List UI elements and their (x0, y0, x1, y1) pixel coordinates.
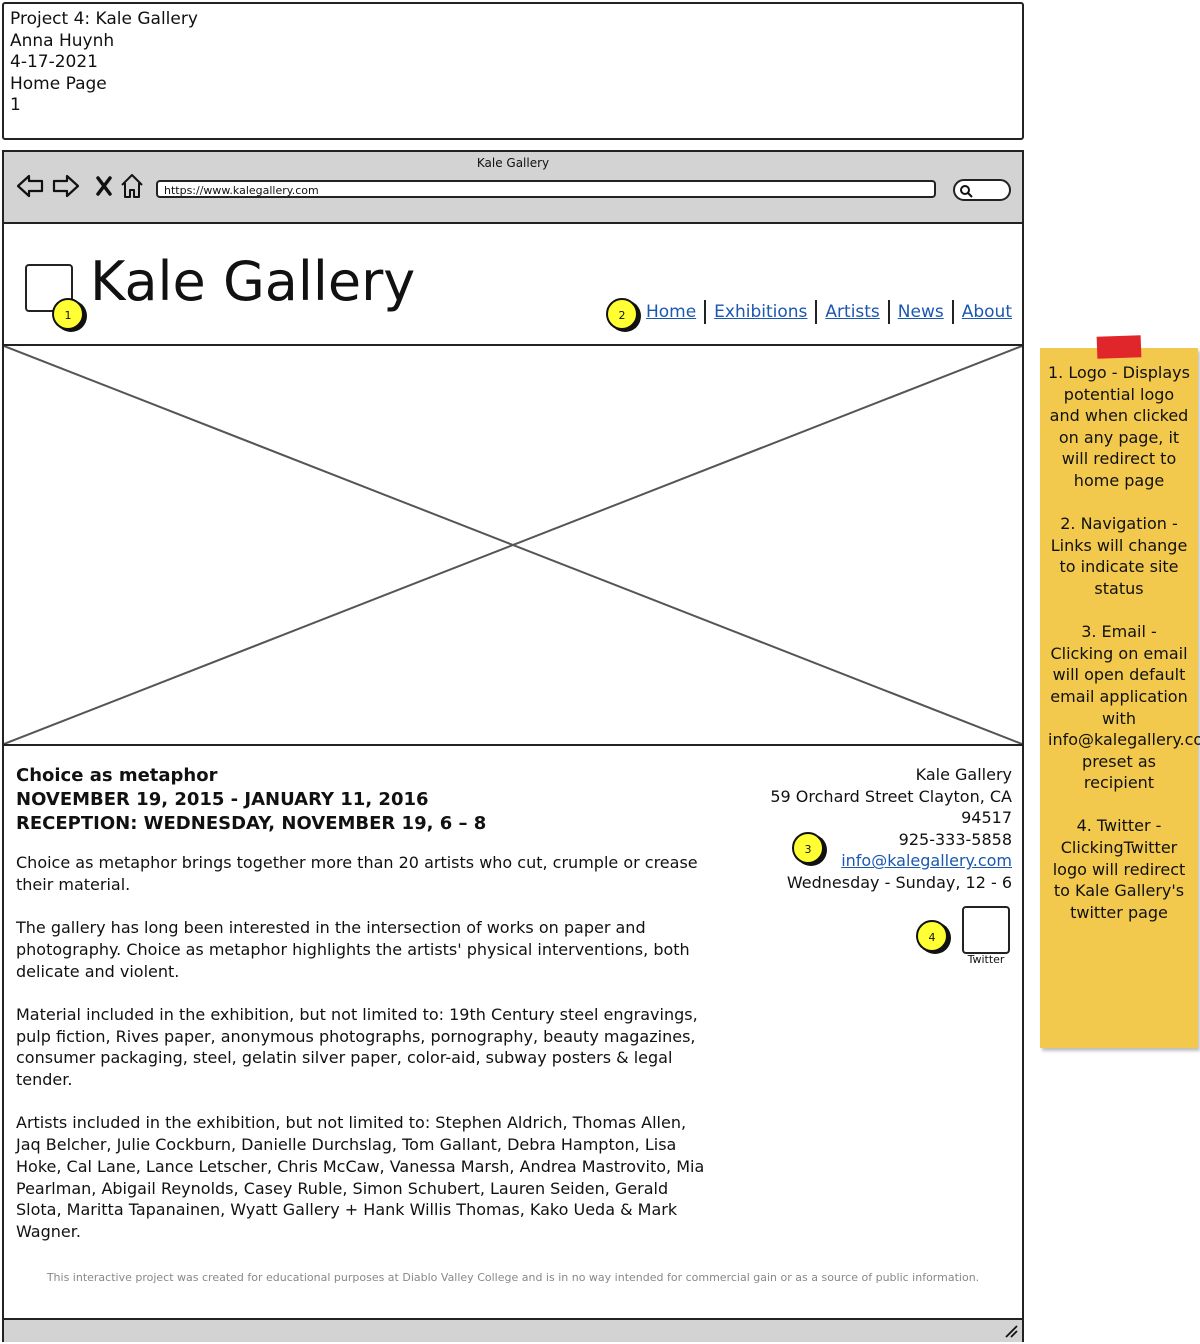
project-title: Project 4: Kale Gallery (10, 9, 198, 29)
resize-grip-icon[interactable] (1004, 1324, 1018, 1338)
twitter-icon[interactable] (962, 906, 1010, 954)
nav-artists-link[interactable]: Artists (817, 302, 887, 322)
project-info-box: Project 4: Kale Gallery Anna Huynh 4-17-… (2, 2, 1024, 140)
nav-news-link[interactable]: News (890, 302, 952, 322)
site-title: Kale Gallery (90, 250, 416, 313)
exhibition-paragraph: Material included in the exhibition, but… (16, 1004, 698, 1089)
exhibition-dates: NOVEMBER 19, 2015 - JANUARY 11, 2016 (16, 789, 429, 810)
contact-zip: 94517 (961, 808, 1012, 828)
exhibition-reception: RECEPTION: WEDNESDAY, NOVEMBER 19, 6 – 8 (16, 813, 487, 834)
contact-email-link[interactable]: info@kalegallery.com (841, 851, 1012, 870)
contact-phone: 925-333-5858 (898, 829, 1012, 849)
browser-status-bar (4, 1318, 1022, 1342)
project-date: 4-17-2021 (10, 52, 98, 72)
browser-toolbar: Kale Gallery https://www.kalegallery.com (4, 152, 1022, 224)
nav-home-link[interactable]: Home (638, 302, 704, 322)
sticky-note: 1. Logo - Displays potential logo and wh… (1040, 348, 1200, 1048)
back-arrow-icon[interactable] (16, 172, 44, 200)
main-navigation: Home Exhibitions Artists News About (638, 300, 1012, 324)
url-input[interactable]: https://www.kalegallery.com (156, 180, 936, 198)
search-icon (960, 185, 973, 198)
browser-search-field[interactable] (953, 179, 1011, 201)
page-name: Home Page (10, 73, 107, 94)
exhibition-content: Choice as metaphor NOVEMBER 19, 2015 - J… (16, 764, 706, 1264)
exhibition-paragraph: Artists included in the exhibition, but … (16, 1113, 705, 1241)
exhibition-title: Choice as metaphor (16, 765, 218, 786)
window-title: Kale Gallery (476, 156, 550, 170)
hero-image-placeholder (3, 345, 1023, 746)
contact-hours: Wednesday - Sunday, 12 - 6 (786, 872, 1012, 892)
image-placeholder-icon (3, 345, 1023, 745)
note-item-twitter: 4. Twitter - ClickingTwitter logo will r… (1052, 816, 1186, 922)
contact-address: 59 Orchard Street Clayton, CA (770, 786, 1012, 806)
author-name: Anna Huynh (10, 30, 115, 51)
contact-info: Kale Gallery 59 Orchard Street Clayton, … (732, 764, 1012, 894)
note-item-logo: 1. Logo - Displays potential logo and wh… (1048, 363, 1190, 490)
nav-about-link[interactable]: About (954, 302, 1012, 322)
twitter-label: Twitter (967, 953, 1005, 966)
note-item-navigation: 2. Navigation - Links will change to ind… (1050, 514, 1188, 598)
page-number: 1 (10, 95, 21, 115)
footer-disclaimer: This interactive project was created for… (46, 1271, 980, 1284)
sticky-note-tape (1096, 335, 1142, 359)
nav-exhibitions-link[interactable]: Exhibitions (706, 302, 815, 322)
annotation-marker-2: 2 (606, 298, 638, 330)
annotation-marker-4: 4 (916, 920, 948, 952)
annotation-marker-1: 1 (52, 298, 84, 330)
browser-window: Kale Gallery https://www.kalegallery.com… (2, 150, 1024, 1342)
note-item-email: 3. Email - Clicking on email will open d… (1048, 622, 1200, 793)
home-icon[interactable] (118, 172, 146, 200)
forward-arrow-icon[interactable] (52, 172, 80, 200)
exhibition-paragraph: The gallery has long been interested in … (16, 918, 690, 981)
site-header: 1 Kale Gallery 2 Home Exhibitions Artist… (4, 224, 1022, 346)
exhibition-paragraph: Choice as metaphor brings together more … (16, 853, 698, 894)
annotation-marker-3: 3 (792, 832, 824, 864)
close-icon[interactable] (90, 172, 118, 200)
contact-name: Kale Gallery (915, 765, 1012, 784)
